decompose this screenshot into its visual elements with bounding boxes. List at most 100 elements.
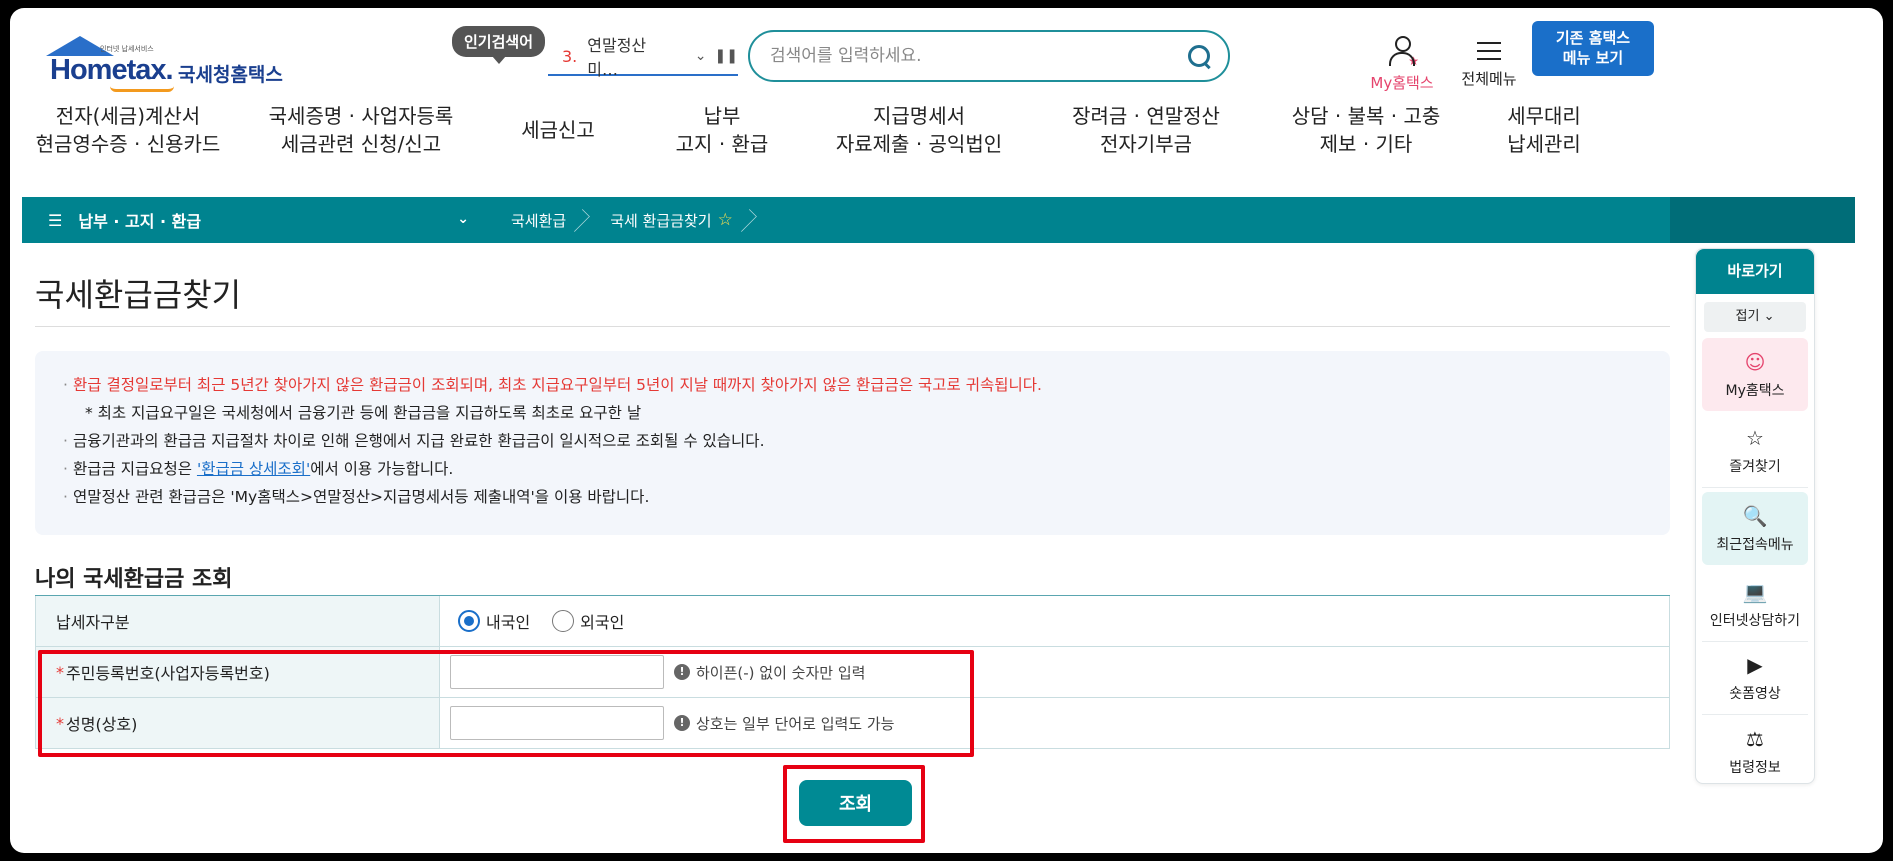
my-hometax-button[interactable]: ★ My홈택스 — [1362, 30, 1442, 93]
refund-detail-link[interactable]: '환급금 상세조회' — [197, 460, 310, 478]
gnb-item-certificate[interactable]: 국세증명 · 사업자등록 세금관련 신청/신고 — [246, 102, 476, 158]
breadcrumb-item-label: 국세 환급금찾기 — [610, 211, 712, 230]
notice-item: · 연말정산 관련 환급금은 'My홈택스>연말정산>지급명세서등 제출내역'을 … — [63, 488, 650, 506]
chevron-down-icon: ⌄ — [1763, 309, 1775, 324]
chevron-down-icon: ⌄ — [457, 211, 469, 227]
chevron-down-icon[interactable]: ⌄ — [695, 48, 707, 64]
gnb-item-label: 전자기부금 — [1100, 132, 1192, 156]
person-icon: ☺ — [1744, 349, 1766, 374]
radio-foreign[interactable]: 외국인 — [552, 609, 624, 633]
all-menu-button[interactable]: 전체메뉴 — [1454, 30, 1524, 89]
gnb-item-incentive[interactable]: 장려금 · 연말정산 전자기부금 — [1046, 102, 1246, 158]
popular-search-badge: 인기검색어 — [452, 26, 546, 64]
gnb-item-label: 현금영수증 · 신용카드 — [35, 132, 221, 156]
logo-wordmark: Hometax. — [50, 54, 174, 86]
title-divider — [35, 326, 1670, 327]
breadcrumb-item-refund[interactable]: 국세환급 — [487, 197, 586, 243]
notice-item: · 환급 결정일로부터 최근 5년간 찾아가지 않은 환급금이 조회되며, 최초 … — [63, 376, 1042, 394]
gnb-item-label: 세금신고 — [521, 118, 595, 142]
quick-item-label: 숏폼영상 — [1729, 686, 1781, 702]
page-title: 국세환급금찾기 — [35, 276, 242, 314]
gnb-item-label: 자료제출 · 공익법인 — [835, 132, 1003, 156]
gnb-item-label: 제보 · 기타 — [1319, 132, 1413, 156]
notice-text: 환급 결정일로부터 최근 5년간 찾아가지 않은 환급금이 조회되며, 최초 지… — [73, 376, 1042, 394]
global-search-box — [748, 30, 1230, 82]
hamburger-icon — [1477, 42, 1501, 62]
menu-icon: ☰ — [48, 210, 63, 230]
gnb-item-label: 납세관리 — [1507, 132, 1581, 156]
quick-item-label: My홈택스 — [1725, 382, 1785, 399]
notice-item: · 금융기관과의 환급금 지급절차 차이로 인해 은행에서 지급 완료한 환급금이… — [63, 432, 765, 450]
popular-keyword[interactable]: 연말정산 미… — [587, 32, 679, 80]
old-hometax-line1: 기존 홈택스 — [1555, 29, 1631, 47]
quick-item-my-hometax[interactable]: ☺ My홈택스 — [1702, 338, 1808, 411]
taxpayer-type-label: 납세자구분 — [35, 596, 440, 646]
highlight-box-inputs — [38, 650, 974, 757]
hometax-logo[interactable]: 인터넷 납세서비스 Hometax. 국세청홈택스 — [38, 22, 308, 92]
gnb-item-label: 국세증명 · 사업자등록 — [268, 104, 454, 128]
breadcrumb-menu-select[interactable]: ☰ 납부 · 고지 · 환급 ⌄ — [22, 197, 487, 243]
laptop-chat-icon: 💻 — [1742, 580, 1768, 604]
gavel-icon: ⚖ — [1746, 726, 1764, 751]
old-hometax-menu-button[interactable]: 기존 홈택스 메뉴 보기 — [1532, 21, 1654, 76]
breadcrumb-menu-label: 납부 · 고지 · 환급 — [78, 212, 202, 231]
gnb-item-tax-return[interactable]: 세금신고 — [478, 102, 638, 158]
quick-item-label: 인터넷상담하기 — [1709, 613, 1801, 629]
gnb-item-payment[interactable]: 납부 고지 · 환급 — [642, 102, 802, 158]
gnb-item-statement[interactable]: 지급명세서 자료제출 · 공익법인 — [814, 102, 1024, 158]
search-input[interactable] — [770, 46, 1186, 66]
section-title: 나의 국세환급금 조회 — [35, 567, 233, 592]
quick-item-recent-menu[interactable]: 🔍 최근접속메뉴 — [1702, 492, 1808, 565]
radio-domestic-control[interactable] — [458, 610, 480, 632]
gnb-item-label: 지급명세서 — [873, 104, 965, 128]
logo-swoosh — [110, 86, 174, 92]
radio-foreign-label: 외국인 — [580, 613, 625, 632]
breadcrumb: ☰ 납부 · 고지 · 환급 ⌄ 국세환급 국세 환급금찾기 ☆ — [22, 197, 1855, 243]
person-icon: ★ — [1387, 36, 1419, 68]
quick-menu-fold-button[interactable]: 접기 ⌄ — [1704, 302, 1806, 332]
notice-text: 연말정산 관련 환급금은 'My홈택스>연말정산>지급명세서등 제출내역'을 이… — [73, 488, 650, 506]
all-menu-label: 전체메뉴 — [1461, 70, 1517, 88]
popular-rank: 3. — [562, 46, 578, 66]
radio-domestic[interactable]: 내국인 — [458, 609, 530, 633]
quick-item-label: 즐겨찾기 — [1729, 459, 1781, 475]
gnb-item-consult[interactable]: 상담 · 불복 · 고충 제보 · 기타 — [1266, 102, 1466, 158]
logo-subtext: 인터넷 납세서비스 — [100, 45, 154, 53]
app-window: 인터넷 납세서비스 Hometax. 국세청홈택스 인기검색어 3. 연말정산 … — [10, 8, 1883, 853]
gnb-item-etax[interactable]: 전자(세금)계산서 현금영수증 · 신용카드 — [28, 102, 228, 158]
gnb-item-label: 상담 · 불복 · 고충 — [1291, 104, 1441, 128]
gnb-item-agent[interactable]: 세무대리 납세관리 — [1474, 102, 1614, 158]
pause-icon[interactable]: ❚❚ — [715, 48, 738, 64]
gnb-item-label: 전자(세금)계산서 — [55, 104, 201, 128]
logo-korean-name: 국세청홈택스 — [178, 64, 283, 86]
search-icon[interactable] — [1186, 43, 1212, 69]
gnb-item-label: 고지 · 환급 — [675, 132, 769, 156]
video-play-icon: ▶ — [1747, 653, 1763, 677]
breadcrumb-item-current[interactable]: 국세 환급금찾기 ☆ — [586, 197, 753, 243]
notice-subitem: * 최초 지급요구일은 국세청에서 금융기관 등에 환급금을 지급하도록 최초로… — [63, 399, 1642, 427]
quick-item-law-info[interactable]: ⚖ 법령정보 — [1702, 715, 1808, 788]
breadcrumb-item-label: 국세환급 — [511, 211, 567, 230]
radio-foreign-control[interactable] — [552, 610, 575, 632]
notice-box: · 환급 결정일로부터 최근 5년간 찾아가지 않은 환급금이 조회되며, 최초 … — [35, 351, 1670, 535]
star-icon: ☆ — [1746, 426, 1764, 450]
gnb-item-label: 납부 — [703, 104, 741, 128]
gnb-item-label: 세무대리 — [1507, 104, 1581, 128]
gnb-item-label: 세금관련 신청/신고 — [280, 132, 442, 156]
notice-text: 에서 이용 가능합니다. — [310, 460, 454, 478]
form-row-taxpayer-type: 납세자구분 내국인 외국인 — [35, 596, 1670, 647]
popular-search-ticker[interactable]: 3. 연말정산 미… ⌄ ❚❚ — [548, 36, 738, 79]
favorite-star-icon[interactable]: ☆ — [718, 210, 733, 230]
quick-menu-title: 바로가기 — [1696, 249, 1814, 294]
old-hometax-line2: 메뉴 보기 — [1562, 49, 1624, 67]
quick-item-shortform-video[interactable]: ▶ 숏폼영상 — [1702, 642, 1808, 715]
notice-text: 금융기관과의 환급금 지급절차 차이로 인해 은행에서 지급 완료한 환급금이 … — [73, 432, 765, 450]
quick-menu: 바로가기 접기 ⌄ ☺ My홈택스 ☆ 즐겨찾기 🔍 최근접속메뉴 💻 인터넷상… — [1695, 248, 1815, 784]
taxpayer-type-cell: 내국인 외국인 — [440, 596, 1670, 646]
notice-text: 환급금 지급요청은 — [73, 460, 197, 478]
recent-menu-icon: 🔍 — [1742, 503, 1768, 528]
search-button[interactable]: 조회 — [799, 780, 912, 826]
quick-item-online-consult[interactable]: 💻 인터넷상담하기 — [1702, 569, 1808, 642]
quick-item-favorites[interactable]: ☆ 즐겨찾기 — [1702, 415, 1808, 488]
notice-text: * 최초 지급요구일은 국세청에서 금융기관 등에 환급금을 지급하도록 최초로… — [85, 404, 642, 422]
